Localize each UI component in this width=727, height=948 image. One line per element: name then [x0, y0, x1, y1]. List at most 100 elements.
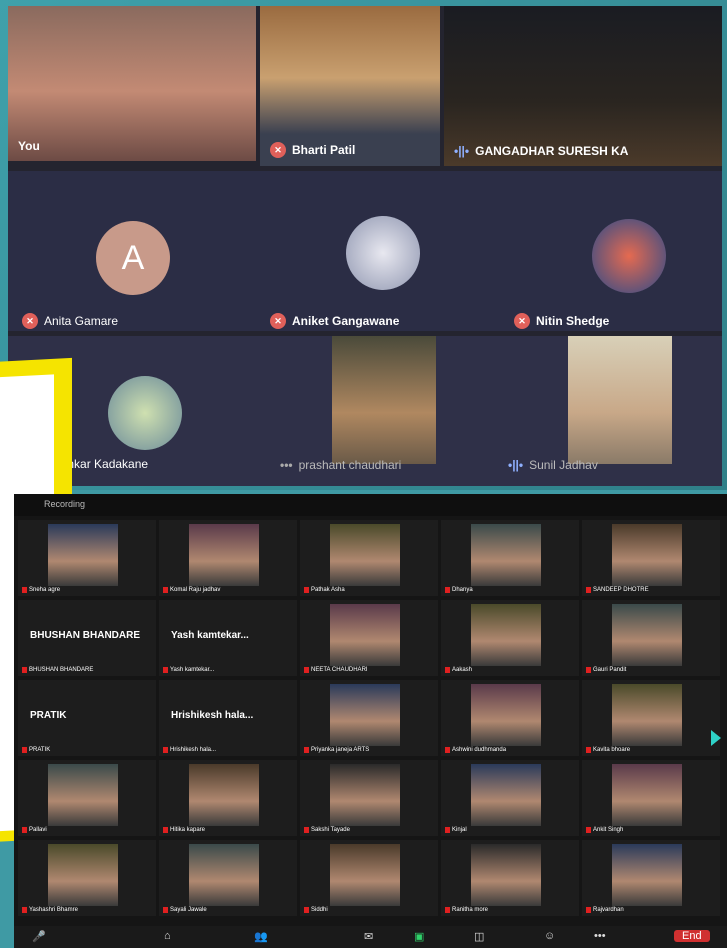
participant-tile[interactable]: You [8, 6, 256, 161]
participant-name-text: Ankit Singh [593, 827, 624, 833]
video-feed [330, 524, 400, 586]
meet-grid: You ✕ Bharti Patil •||• GANGADHAR SURESH K… [8, 6, 722, 486]
participant-tile[interactable]: A ✕ Anita Gamare ✕ Aniket Gangawane ✕ Nitin… [8, 171, 722, 331]
zoom-participant-tile[interactable]: Pallavi [18, 760, 156, 836]
mic-muted-icon: ✕ [270, 142, 286, 158]
more-icon[interactable]: ••• [594, 930, 606, 942]
participant-name-text: Priyanka janeja ARTS [311, 747, 370, 753]
video-feed [48, 764, 118, 826]
zoom-participant-tile[interactable]: Priyanka janeja ARTS [300, 680, 438, 756]
zoom-participant-tile[interactable]: BHUSHAN BHANDARE BHUSHAN BHANDARE [18, 600, 156, 676]
participant-name: ✕ Aniket Gangawane [270, 313, 399, 329]
zoom-participant-tile[interactable]: Yash kamtekar... Yash kamtekar... [159, 600, 297, 676]
zoom-participant-tile[interactable]: SANDEEP DHOTRE [582, 520, 720, 596]
speaking-icon: •||• [508, 458, 524, 472]
zoom-participant-tile[interactable]: Ashwini dudhmanda [441, 680, 579, 756]
participant-name-text: SANDEEP DHOTRE [593, 587, 649, 593]
zoom-participant-tile[interactable]: Yashashri Bhamre [18, 840, 156, 916]
video-feed [189, 524, 259, 586]
next-page-arrow[interactable] [711, 730, 721, 746]
participant-name-text: Yash kamtekar... [170, 667, 215, 673]
zoom-participant-tile[interactable]: Kinjal [441, 760, 579, 836]
zoom-participant-tile[interactable]: Sakshi Tayade [300, 760, 438, 836]
participant-tile[interactable]: ✕ Bharti Patil [260, 6, 440, 166]
participant-name: Sayali Jawale [163, 907, 207, 913]
participant-name-text: PRATIK [29, 747, 51, 753]
mic-muted-icon [304, 667, 309, 673]
video-feed [189, 844, 259, 906]
zoom-participant-tile[interactable]: Sneha agre [18, 520, 156, 596]
zoom-top-bar: Recording [14, 494, 727, 516]
participant-tile[interactable]: ✕dinkar Kadakane •••prashant chaudhari •… [8, 336, 722, 486]
participant-name-text: Gauri Pandit [593, 667, 627, 673]
more-options-icon[interactable]: ••• [280, 458, 293, 472]
video-feed [330, 844, 400, 906]
participant-name-text: NEETA CHAUDHARI [311, 667, 368, 673]
participant-name: Kinjal [445, 827, 467, 833]
zoom-participant-tile[interactable]: Siddhi [300, 840, 438, 916]
participant-name: Dhanya [445, 587, 473, 593]
zoom-participant-tile[interactable]: Rajvardhan [582, 840, 720, 916]
participant-name: Gauri Pandit [586, 667, 626, 673]
participant-name-large: BHUSHAN BHANDARE [30, 630, 140, 641]
zoom-participant-tile[interactable]: Ankit Singh [582, 760, 720, 836]
mic-muted-icon [163, 747, 168, 753]
participant-name-text: Sakshi Tayade [311, 827, 350, 833]
zoom-participant-tile[interactable]: Sayali Jawale [159, 840, 297, 916]
zoom-participant-tile[interactable]: NEETA CHAUDHARI [300, 600, 438, 676]
zoom-participant-tile[interactable]: PRATIK PRATIK [18, 680, 156, 756]
participant-name: Kavita bhoare [586, 747, 630, 753]
video-feed [612, 524, 682, 586]
video-feed [444, 6, 722, 166]
zoom-participant-tile[interactable]: Hrishikesh hala... Hrishikesh hala... [159, 680, 297, 756]
participant-name: Priyanka janeja ARTS [304, 747, 369, 753]
participant-name: Siddhi [304, 907, 328, 913]
mic-muted-icon [586, 827, 591, 833]
chat-icon[interactable]: ✉ [364, 930, 373, 943]
zoom-participant-tile[interactable]: Komal Raju jadhav [159, 520, 297, 596]
participant-name: Ranitha more [445, 907, 488, 913]
zoom-participant-tile[interactable]: Kavita bhoare [582, 680, 720, 756]
mic-muted-icon [163, 827, 168, 833]
participant-tile[interactable]: •||• GANGADHAR SURESH KA [444, 6, 722, 166]
camera-icon[interactable]: ⌂ [164, 930, 171, 942]
video-feed [612, 604, 682, 666]
avatar [592, 219, 666, 293]
mic-muted-icon [304, 907, 309, 913]
mic-muted-icon [163, 907, 168, 913]
participant-name-text: Rajvardhan [593, 907, 624, 913]
participant-name-text: Hitika kapare [170, 827, 206, 833]
participant-name: Hitika kapare [163, 827, 205, 833]
avatar [346, 216, 420, 290]
reactions-icon[interactable]: ☺ [544, 930, 555, 942]
video-feed [48, 844, 118, 906]
mic-muted-icon [445, 667, 450, 673]
mic-icon[interactable]: 🎤 [32, 930, 46, 943]
participant-name: Yashashri Bhamre [22, 907, 78, 913]
participants-icon[interactable]: 👥 [254, 930, 268, 943]
zoom-participant-tile[interactable]: Ranitha more [441, 840, 579, 916]
video-feed [471, 684, 541, 746]
mic-muted-icon [304, 827, 309, 833]
zoom-participant-tile[interactable]: Dhanya [441, 520, 579, 596]
participant-name: Komal Raju jadhav [163, 587, 220, 593]
video-feed [612, 684, 682, 746]
record-icon[interactable]: ◫ [474, 930, 484, 943]
participant-name-text: Pallavi [29, 827, 47, 833]
avatar [108, 376, 182, 450]
video-feed [8, 6, 256, 161]
video-feed [332, 336, 436, 464]
end-button[interactable]: End [674, 930, 710, 942]
participant-name: Aakash [445, 667, 472, 673]
zoom-participant-tile[interactable]: Pathak Asha [300, 520, 438, 596]
participant-name: Yash kamtekar... [163, 667, 214, 673]
zoom-participant-tile[interactable]: Gauri Pandit [582, 600, 720, 676]
zoom-toolbar: 🎤 ⌂ 👥 ✉ ▣ ◫ ☺ ••• End [14, 926, 727, 948]
zoom-participant-tile[interactable]: Aakash [441, 600, 579, 676]
participant-name: •||• Sunil Jadhav [508, 458, 598, 472]
participant-name-text: Sayali Jawale [170, 907, 207, 913]
zoom-participant-tile[interactable]: Hitika kapare [159, 760, 297, 836]
participant-name: ••• prashant chaudhari [280, 458, 402, 472]
participant-name-text: Sneha agre [29, 587, 61, 593]
share-screen-icon[interactable]: ▣ [414, 930, 424, 943]
